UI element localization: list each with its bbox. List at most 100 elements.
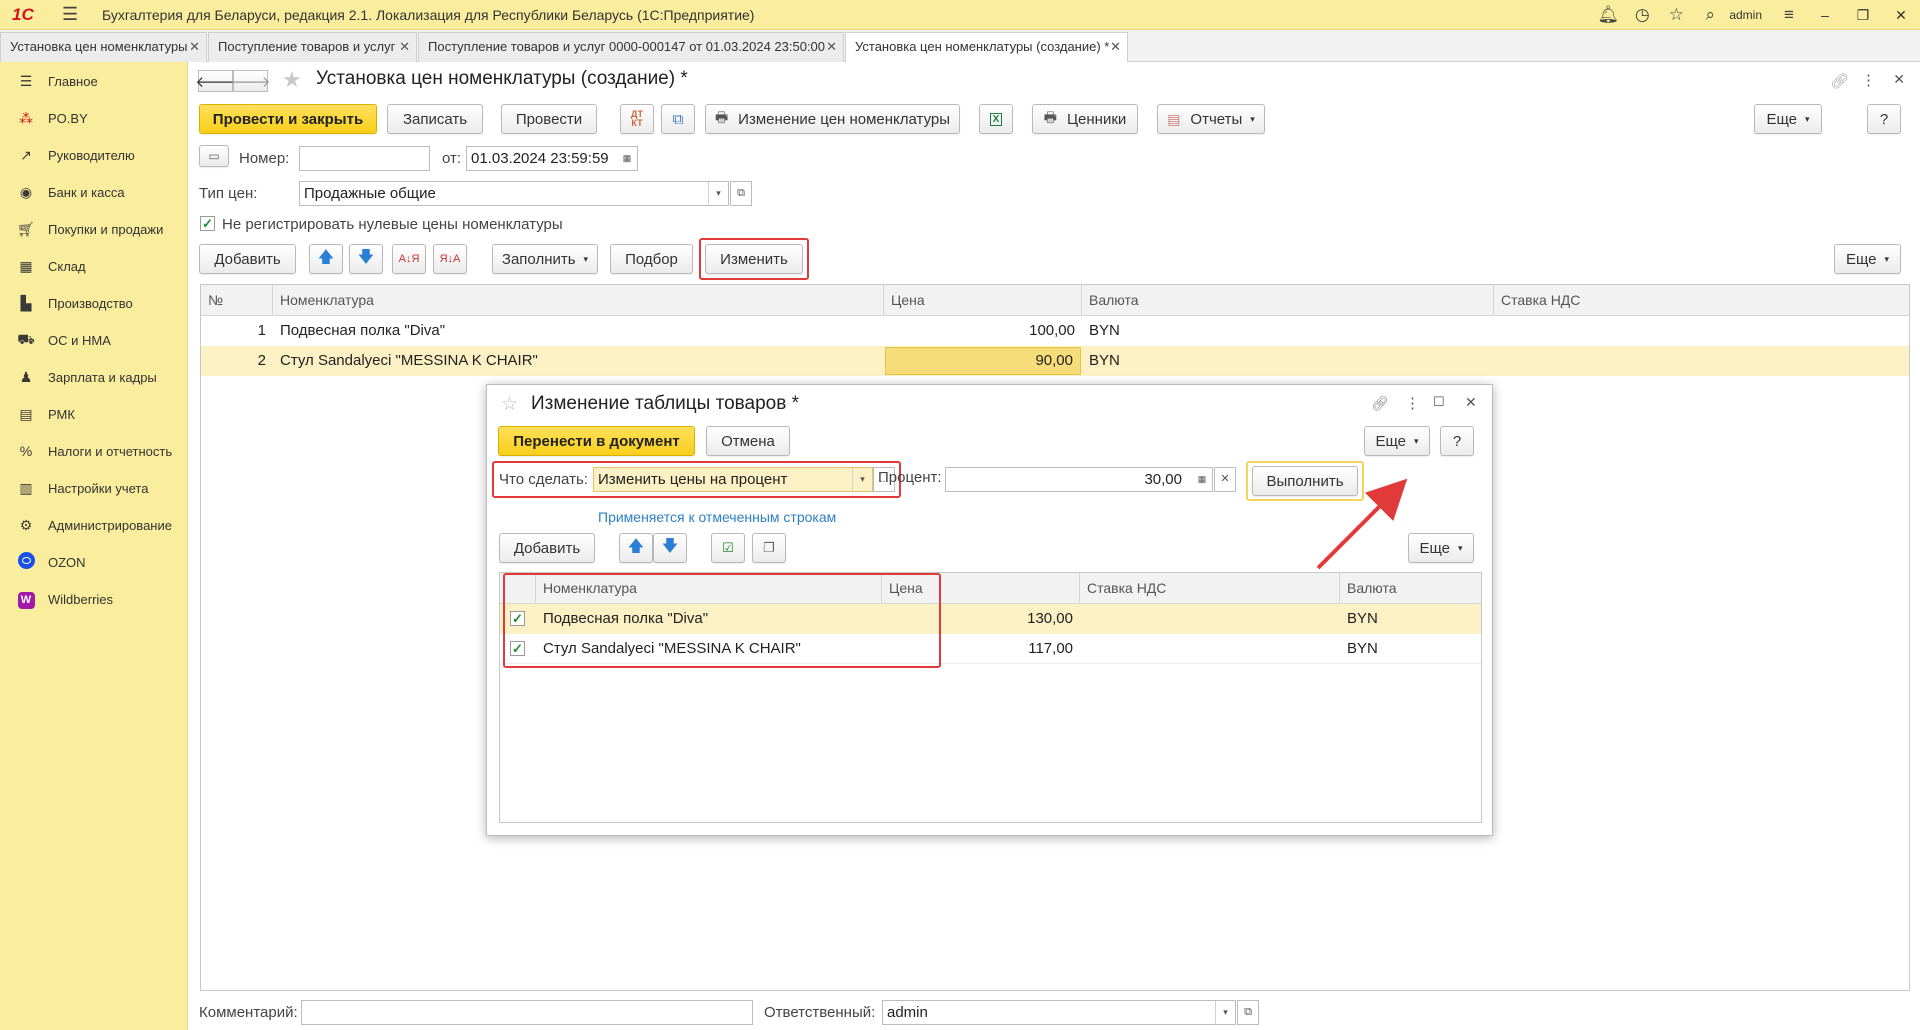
- bell-icon[interactable]: 🔔︎: [1591, 5, 1625, 25]
- column-header-currency[interactable]: Валюта: [1340, 573, 1481, 604]
- save-button[interactable]: Записать: [387, 104, 483, 134]
- cell-item[interactable]: Подвесная полка "Diva": [536, 604, 882, 634]
- responsible-field[interactable]: admin ▾: [882, 1000, 1236, 1025]
- selection-button[interactable]: Подбор: [610, 244, 693, 274]
- dt-kt-button[interactable]: ДТ КТ: [620, 104, 654, 134]
- sidebar-item-manager[interactable]: ↗ Руководителю: [0, 137, 188, 173]
- tab-price-setting-new[interactable]: Установка цен номенклатуры (создание) * ✕: [845, 32, 1128, 63]
- post-and-close-button[interactable]: Провести и закрыть: [199, 104, 377, 134]
- minimize-icon[interactable]: –: [1806, 7, 1844, 23]
- sidebar-item-salary[interactable]: ♟ Зарплата и кадры: [0, 359, 188, 395]
- more-vertical-icon[interactable]: ⋮: [1405, 394, 1420, 412]
- open-price-type-button[interactable]: ⧉: [730, 181, 752, 206]
- restore-icon[interactable]: ❐: [1844, 7, 1882, 24]
- sidebar-item-sales[interactable]: 🛒︎ Покупки и продажи: [0, 211, 188, 247]
- transfer-to-document-button[interactable]: Перенести в документ: [498, 426, 695, 456]
- price-type-field[interactable]: Продажные общие ▾: [299, 181, 729, 206]
- dialog-table-more-button[interactable]: Еще ▾: [1408, 533, 1474, 563]
- close-tab-icon[interactable]: ✕: [826, 33, 837, 61]
- tab-receipt-document[interactable]: Поступление товаров и услуг 0000-000147 …: [418, 32, 844, 62]
- cell-vat[interactable]: [1080, 604, 1340, 634]
- user-name[interactable]: admin: [1729, 8, 1762, 22]
- cell-currency[interactable]: BYN: [1082, 346, 1494, 376]
- cell-item[interactable]: Стул Sandalyeci "MESSINA K CHAIR": [536, 634, 882, 664]
- column-header-price[interactable]: Цена: [884, 285, 1082, 316]
- table-more-button[interactable]: Еще ▾: [1834, 244, 1901, 274]
- calculator-icon[interactable]: ▦: [1192, 468, 1212, 491]
- dialog-more-button[interactable]: Еще ▾: [1364, 426, 1430, 456]
- column-header-num[interactable]: №: [201, 285, 273, 316]
- cell-price[interactable]: 117,00: [882, 634, 1080, 664]
- date-field[interactable]: 01.03.2024 23:59:59 ▦: [466, 146, 638, 171]
- column-header-check[interactable]: [500, 573, 536, 604]
- sort-desc-button[interactable]: Я↓A: [433, 244, 467, 274]
- close-form-icon[interactable]: ✕: [1893, 71, 1905, 88]
- more-button[interactable]: Еще ▾: [1754, 104, 1822, 134]
- cell-price[interactable]: 130,00: [882, 604, 1080, 634]
- tab-price-setting[interactable]: Установка цен номенклатуры ✕: [0, 32, 207, 62]
- row-checkbox[interactable]: ✓: [510, 611, 525, 626]
- dialog-help-button[interactable]: ?: [1440, 426, 1474, 456]
- chevron-down-icon[interactable]: ▾: [852, 468, 872, 491]
- sidebar-item-poby[interactable]: ⁂ PO.BY: [0, 100, 188, 136]
- uncheck-all-button[interactable]: ❐: [752, 533, 786, 563]
- close-tab-icon[interactable]: ✕: [189, 33, 200, 61]
- cell-item[interactable]: Подвесная полка "Diva": [273, 316, 884, 346]
- no-zero-prices-checkbox[interactable]: ✓: [200, 216, 215, 231]
- sidebar-item-wildberries[interactable]: W Wildberries: [0, 581, 188, 617]
- cell-vat[interactable]: [1494, 346, 1909, 376]
- dialog-move-up-button[interactable]: 🡅: [619, 533, 653, 563]
- cancel-button[interactable]: Отмена: [706, 426, 790, 456]
- maximize-icon[interactable]: ☐: [1433, 394, 1445, 410]
- close-tab-icon[interactable]: ✕: [399, 33, 410, 61]
- number-field[interactable]: [299, 146, 430, 171]
- help-button[interactable]: ?: [1867, 104, 1901, 134]
- sidebar-item-main[interactable]: ☰ Главное: [0, 63, 188, 99]
- favorite-star-icon[interactable]: ☆: [501, 393, 518, 416]
- column-header-item[interactable]: Номенклатура: [536, 573, 882, 604]
- open-responsible-button[interactable]: ⧉: [1237, 1000, 1259, 1025]
- sidebar-item-warehouse[interactable]: ▦ Склад: [0, 248, 188, 284]
- calendar-icon[interactable]: ▦: [617, 147, 637, 170]
- move-up-button[interactable]: 🡅: [309, 244, 343, 274]
- favorite-star-icon[interactable]: ★: [282, 67, 302, 93]
- cell-currency[interactable]: BYN: [1082, 316, 1494, 346]
- action-select[interactable]: Изменить цены на процент ▾: [593, 467, 873, 492]
- number-edit-button[interactable]: ▭: [199, 145, 229, 167]
- applies-note-link[interactable]: Применяется к отмеченным строкам: [598, 509, 836, 525]
- forward-button[interactable]: 🡒: [230, 70, 271, 92]
- reports-button[interactable]: ▤ Отчеты ▾: [1157, 104, 1265, 134]
- favorites-star-icon[interactable]: ☆: [1659, 5, 1693, 25]
- sidebar-item-production[interactable]: ▙ Производство: [0, 285, 188, 321]
- sidebar-item-pos[interactable]: ▤ РМК: [0, 396, 188, 432]
- table-row[interactable]: 1 Подвесная полка "Diva" 100,00 BYN: [201, 316, 1909, 346]
- column-header-item[interactable]: Номенклатура: [273, 285, 884, 316]
- close-window-icon[interactable]: ✕: [1882, 7, 1920, 24]
- table-row-selected[interactable]: 2 Стул Sandalyeci "MESSINA K CHAIR" 90,0…: [201, 346, 1909, 376]
- close-tab-icon[interactable]: ✕: [1110, 33, 1121, 61]
- excel-button[interactable]: X: [979, 104, 1013, 134]
- settings-menu-icon[interactable]: ≡: [1772, 5, 1806, 25]
- cell-price-active[interactable]: 90,00: [885, 347, 1081, 375]
- column-header-vat[interactable]: Ставка НДС: [1080, 573, 1340, 604]
- row-checkbox[interactable]: ✓: [510, 641, 525, 656]
- history-icon[interactable]: ◷: [1625, 5, 1659, 25]
- execute-button[interactable]: Выполнить: [1252, 466, 1358, 496]
- add-row-button[interactable]: Добавить: [199, 244, 296, 274]
- sort-asc-button[interactable]: A↓Я: [392, 244, 426, 274]
- chevron-down-icon[interactable]: ▾: [1215, 1001, 1235, 1024]
- sidebar-item-bank[interactable]: ◉ Банк и касса: [0, 174, 188, 210]
- dialog-add-button[interactable]: Добавить: [499, 533, 595, 563]
- cell-currency[interactable]: BYN: [1340, 634, 1481, 664]
- change-button[interactable]: Изменить: [705, 244, 803, 274]
- close-dialog-icon[interactable]: ✕: [1465, 394, 1477, 411]
- sidebar-item-settings[interactable]: ▥ Настройки учета: [0, 470, 188, 506]
- cell-vat[interactable]: [1494, 316, 1909, 346]
- main-menu-icon[interactable]: ☰: [62, 4, 80, 25]
- search-icon[interactable]: ⌕: [1693, 5, 1727, 25]
- sidebar-item-admin[interactable]: ⚙ Администрирование: [0, 507, 188, 543]
- price-tags-button[interactable]: 🖶 Ценники: [1032, 104, 1138, 134]
- table-row[interactable]: ✓ Стул Sandalyeci "MESSINA K CHAIR" 117,…: [500, 634, 1481, 664]
- chevron-down-icon[interactable]: ▾: [708, 182, 728, 205]
- check-all-button[interactable]: ☑: [711, 533, 745, 563]
